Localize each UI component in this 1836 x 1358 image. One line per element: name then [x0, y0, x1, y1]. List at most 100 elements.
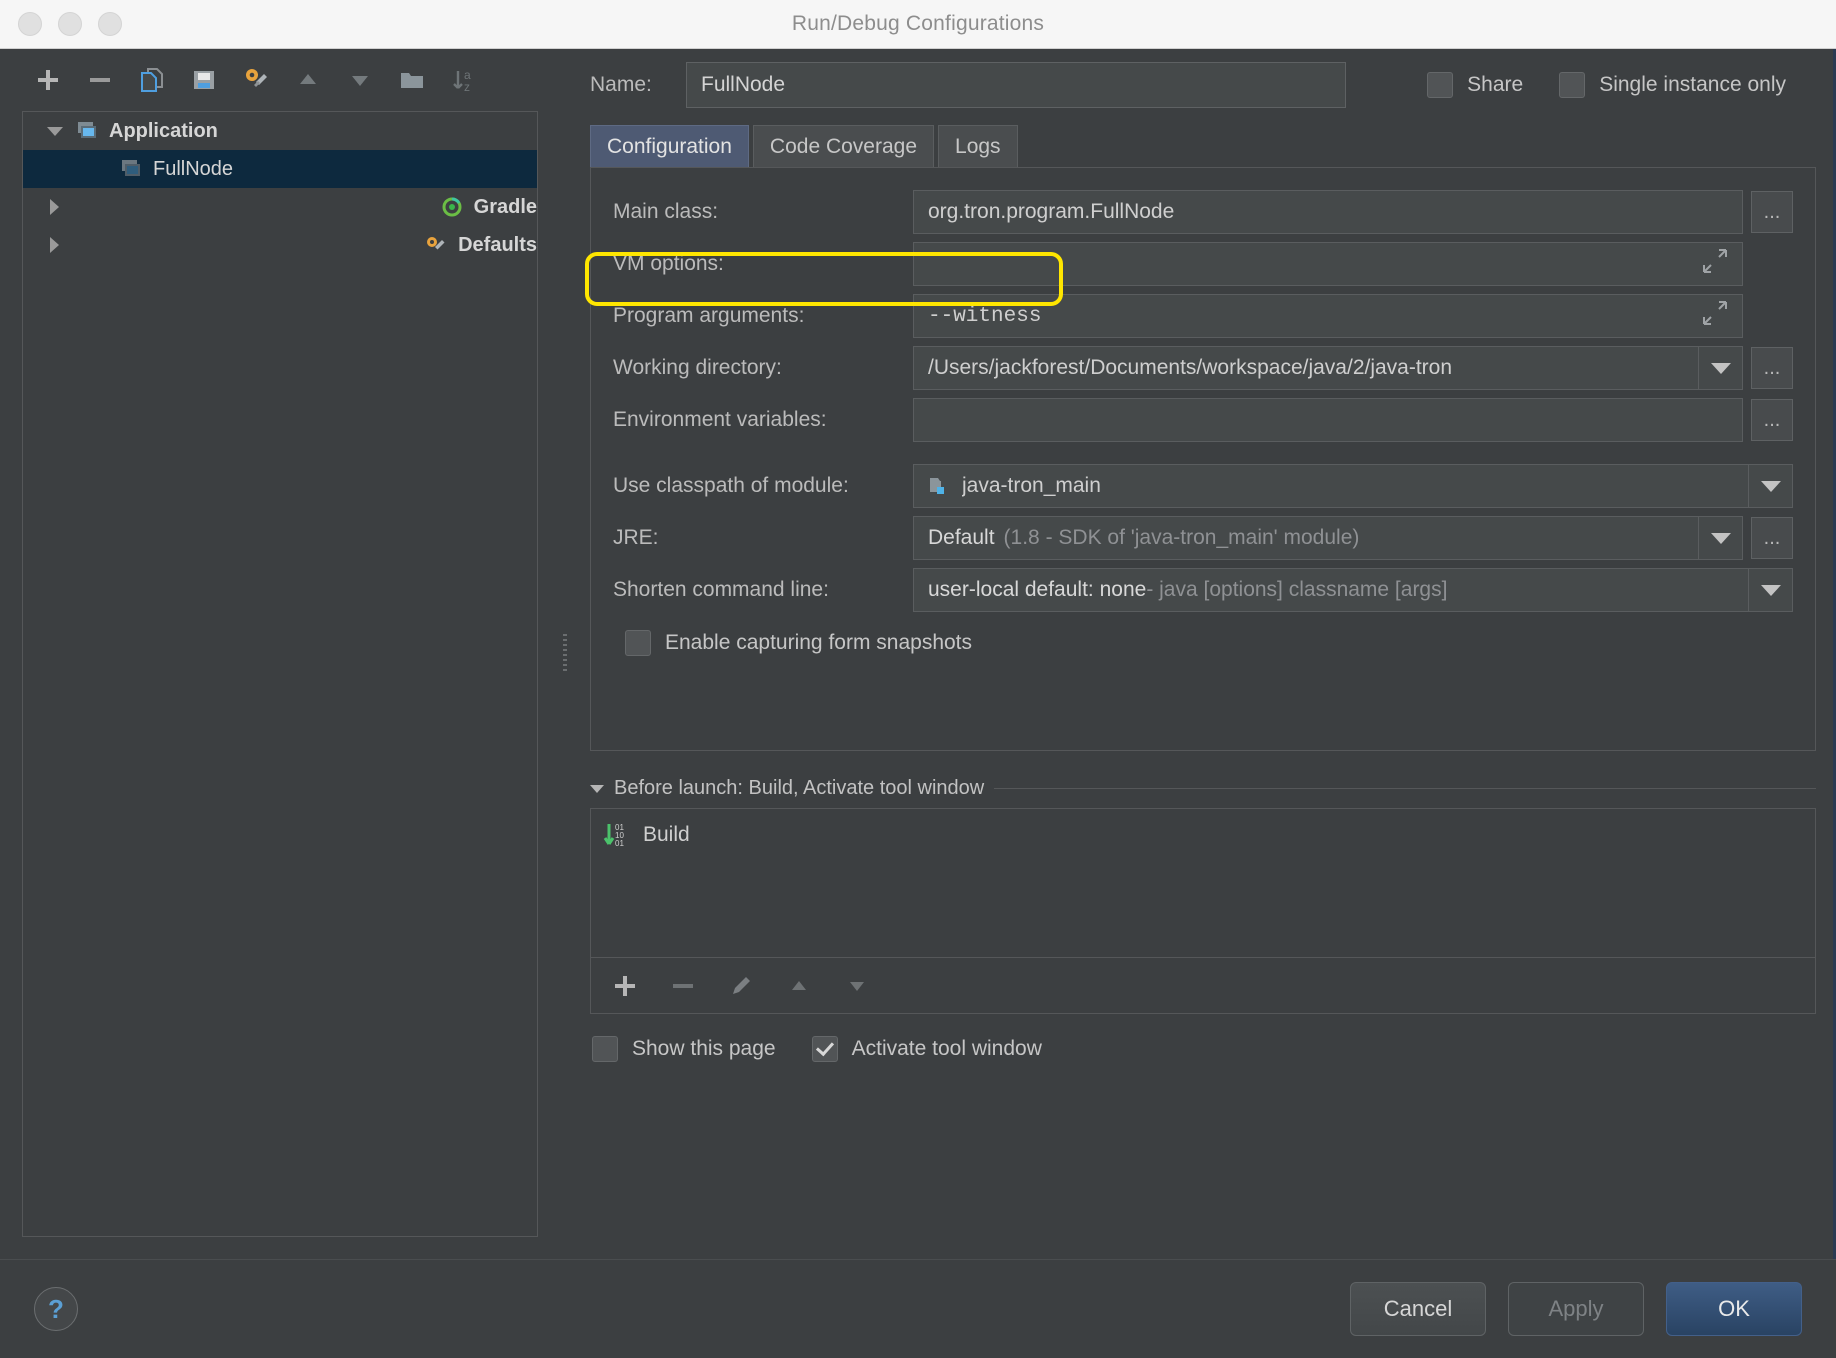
show-this-page-checkbox[interactable] [592, 1036, 618, 1062]
chevron-down-icon [1761, 481, 1781, 492]
dialog-footer: ? Cancel Apply OK [0, 1259, 1836, 1358]
shorten-command-line-row: Shorten command line: user-local default… [591, 564, 1815, 616]
edit-icon[interactable] [721, 966, 761, 1006]
apply-button[interactable]: Apply [1508, 1282, 1644, 1336]
tree-item-label: Defaults [458, 234, 537, 257]
main-class-input[interactable]: org.tron.program.FullNode [913, 190, 1743, 234]
tree-item-gradle[interactable]: Gradle [23, 188, 537, 226]
expand-icon[interactable] [1702, 248, 1728, 280]
chevron-down-icon [1761, 585, 1781, 596]
window-title: Run/Debug Configurations [0, 12, 1836, 36]
activate-tool-window-label: Activate tool window [852, 1037, 1042, 1061]
jre-combo[interactable]: Default (1.8 - SDK of 'java-tron_main' m… [913, 516, 1699, 560]
main-class-label: Main class: [613, 200, 913, 224]
configurations-tree[interactable]: Application FullNode [22, 111, 538, 1237]
working-directory-value: /Users/jackforest/Documents/workspace/ja… [928, 356, 1452, 380]
jre-browse-button[interactable]: ... [1751, 517, 1793, 559]
save-icon[interactable] [178, 56, 230, 104]
tree-item-defaults[interactable]: Defaults [23, 226, 537, 264]
classpath-module-row: Use classpath of module: java-tron_main [591, 460, 1815, 512]
move-down-icon[interactable] [837, 966, 877, 1006]
sort-alphabetically-icon[interactable]: a z [438, 56, 490, 104]
environment-variables-row: Environment variables: ... [591, 394, 1815, 446]
before-launch-list[interactable]: 01 10 01 Build [590, 808, 1816, 958]
expand-icon[interactable] [1702, 300, 1728, 333]
chevron-down-icon[interactable] [47, 122, 65, 140]
program-arguments-value: --witness [928, 305, 1041, 328]
main-class-row: Main class: org.tron.program.FullNode ..… [591, 186, 1815, 238]
working-directory-input[interactable]: /Users/jackforest/Documents/workspace/ja… [913, 346, 1699, 390]
share-checkbox[interactable] [1427, 72, 1453, 98]
vm-options-input[interactable] [913, 242, 1743, 286]
move-up-icon[interactable] [779, 966, 819, 1006]
chevron-right-icon[interactable] [47, 236, 414, 254]
environment-variables-browse-button[interactable]: ... [1751, 399, 1793, 441]
working-directory-browse-button[interactable]: ... [1751, 347, 1793, 389]
copy-icon[interactable] [126, 56, 178, 104]
configurations-toolbar: a z [0, 49, 560, 111]
jre-dropdown[interactable] [1699, 516, 1743, 560]
chevron-down-icon [1711, 363, 1731, 374]
program-arguments-input[interactable]: --witness [913, 294, 1743, 338]
shorten-command-line-combo[interactable]: user-local default: none - java [options… [913, 568, 1749, 612]
form-snapshots-row: Enable capturing form snapshots [591, 616, 1815, 656]
gradle-icon [440, 196, 464, 218]
shorten-command-line-dropdown[interactable] [1749, 568, 1793, 612]
tree-item-label: Gradle [474, 196, 537, 219]
tree-item-fullnode[interactable]: FullNode [23, 150, 537, 188]
program-arguments-row: Program arguments: --witness [591, 290, 1815, 342]
shorten-command-line-label: Shorten command line: [613, 578, 913, 602]
help-icon[interactable]: ? [34, 1287, 78, 1331]
module-icon [928, 476, 952, 496]
classpath-module-label: Use classpath of module: [613, 474, 913, 498]
before-launch-options: Show this page Activate tool window [592, 1036, 1836, 1062]
chevron-right-icon[interactable] [47, 198, 430, 216]
ok-button[interactable]: OK [1666, 1282, 1802, 1336]
tree-item-application[interactable]: Application [23, 112, 537, 150]
show-this-page-label: Show this page [632, 1037, 776, 1061]
classpath-module-combo[interactable]: java-tron_main [913, 464, 1749, 508]
jre-value-detail: (1.8 - SDK of 'java-tron_main' module) [1004, 526, 1360, 550]
run-debug-configurations-dialog: Run/Debug Configurations [0, 0, 1836, 1358]
defaults-icon [424, 234, 448, 256]
before-launch-item-label: Build [643, 823, 690, 847]
activate-tool-window-checkbox[interactable] [812, 1036, 838, 1062]
before-launch-header[interactable]: Before launch: Build, Activate tool wind… [590, 777, 1816, 800]
chevron-down-icon [1711, 533, 1731, 544]
tab-logs[interactable]: Logs [938, 125, 1018, 167]
configuration-panel: Main class: org.tron.program.FullNode ..… [590, 167, 1816, 751]
chevron-down-icon[interactable] [590, 785, 604, 793]
remove-icon[interactable] [74, 56, 126, 104]
remove-icon[interactable] [663, 966, 703, 1006]
pane-splitter[interactable] [560, 49, 570, 1259]
move-down-icon[interactable] [334, 56, 386, 104]
folder-icon[interactable] [386, 56, 438, 104]
application-icon [75, 120, 99, 142]
single-instance-checkbox[interactable] [1559, 72, 1585, 98]
tree-item-label: FullNode [153, 158, 233, 181]
jre-value: Default [928, 526, 995, 550]
before-launch-item-build[interactable]: 01 10 01 Build [591, 815, 1815, 855]
form-snapshots-label: Enable capturing form snapshots [665, 631, 972, 655]
editor-tabs[interactable]: Configuration Code Coverage Logs [570, 121, 1836, 167]
classpath-module-dropdown[interactable] [1749, 464, 1793, 508]
environment-variables-input[interactable] [913, 398, 1743, 442]
before-launch-toolbar [590, 958, 1816, 1014]
main-class-browse-button[interactable]: ... [1751, 191, 1793, 233]
title-bar: Run/Debug Configurations [0, 0, 1836, 49]
form-snapshots-checkbox[interactable] [625, 630, 651, 656]
working-directory-dropdown[interactable] [1699, 346, 1743, 390]
cancel-button[interactable]: Cancel [1350, 1282, 1486, 1336]
move-up-icon[interactable] [282, 56, 334, 104]
name-input[interactable]: FullNode [686, 62, 1346, 108]
tab-code-coverage[interactable]: Code Coverage [753, 125, 934, 167]
splitter-grip[interactable] [563, 634, 567, 674]
add-icon[interactable] [22, 56, 74, 104]
name-row-options: Share Single instance only [1427, 72, 1836, 98]
add-icon[interactable] [605, 966, 645, 1006]
edit-defaults-icon[interactable] [230, 56, 282, 104]
vm-options-label: VM options: [613, 252, 913, 276]
tab-configuration[interactable]: Configuration [590, 125, 749, 167]
working-directory-row: Working directory: /Users/jackforest/Doc… [591, 342, 1815, 394]
vm-options-row: VM options: [591, 238, 1815, 290]
